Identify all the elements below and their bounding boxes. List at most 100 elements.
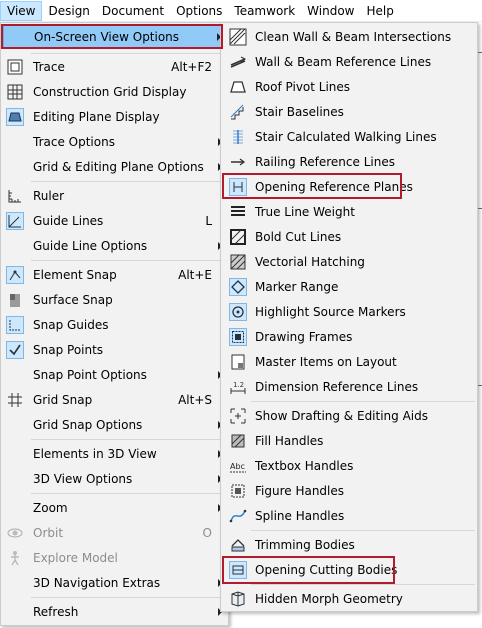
menu-document[interactable]: Document (96, 1, 170, 21)
menu-teamwork[interactable]: Teamwork (228, 1, 301, 21)
menu-item-elements-in-3d-view[interactable]: Elements in 3D View (3, 442, 226, 466)
separator (31, 493, 226, 494)
drafting-aids-icon (227, 405, 249, 427)
figure-handles-icon (227, 480, 249, 502)
separator (251, 530, 475, 531)
menu-item-refresh[interactable]: Refresh (3, 600, 226, 624)
submenu-item-label: Stair Baselines (255, 105, 344, 119)
submenu-item-textbox-handles[interactable]: Abc Textbox Handles (223, 454, 475, 478)
submenu-item-opening-planes[interactable]: Opening Reference Planes (223, 175, 475, 199)
railing-lines-icon (227, 151, 249, 173)
menu-item-trace[interactable]: Trace Alt+F2 (3, 55, 226, 79)
menu-item-label: 3D Navigation Extras (33, 576, 161, 590)
menu-item-guide-line-options[interactable]: Guide Line Options (3, 234, 226, 258)
submenu-item-label: Roof Pivot Lines (255, 80, 351, 94)
shortcut-label: Alt+F2 (171, 60, 212, 74)
submenu-item-spline-handles[interactable]: Spline Handles (223, 504, 475, 528)
source-markers-icon (227, 301, 249, 323)
menu-item-trace-options[interactable]: Trace Options (3, 130, 226, 154)
element-snap-icon (4, 264, 26, 286)
clean-intersections-icon (227, 26, 249, 48)
submenu-item-bold-cut[interactable]: Bold Cut Lines (223, 225, 475, 249)
submenu-item-master-items[interactable]: Master Items on Layout (223, 350, 475, 374)
submenu-item-line-weight[interactable]: True Line Weight (223, 200, 475, 224)
menu-item-snap-guides[interactable]: Snap Guides (3, 313, 226, 337)
bold-cut-icon (227, 226, 249, 248)
menu-item-label: Construction Grid Display (33, 85, 187, 99)
background-cue (478, 208, 482, 209)
menu-help[interactable]: Help (361, 1, 400, 21)
submenu-item-cutting-bodies[interactable]: Opening Cutting Bodies (223, 558, 475, 582)
submenu-item-walking-lines[interactable]: Stair Calculated Walking Lines (223, 125, 475, 149)
menu-item-surface-snap[interactable]: Surface Snap (3, 288, 226, 312)
menu-design[interactable]: Design (42, 1, 95, 21)
separator (251, 401, 475, 402)
menu-item-orbit: Orbit O (3, 521, 226, 545)
submenu-item-fill-handles[interactable]: Fill Handles (223, 429, 475, 453)
submenu-item-label: Bold Cut Lines (255, 230, 342, 244)
menu-item-snap-point-options[interactable]: Snap Point Options (3, 363, 226, 387)
menu-item-grid-snap-options[interactable]: Grid Snap Options (3, 413, 226, 437)
menu-item-ruler[interactable]: Ruler (3, 184, 226, 208)
menu-item-label: Explore Model (33, 551, 118, 565)
submenu-item-railing-lines[interactable]: Railing Reference Lines (223, 150, 475, 174)
drawing-frames-icon (227, 326, 249, 348)
submenu-item-clean-intersections[interactable]: Clean Wall & Beam Intersections (223, 25, 475, 49)
submenu-item-hatching[interactable]: Vectorial Hatching (223, 250, 475, 274)
svg-text:Abc: Abc (230, 462, 245, 471)
background-cue (478, 385, 482, 386)
submenu-item-stair-baselines[interactable]: Stair Baselines (223, 100, 475, 124)
snap-guides-icon (4, 314, 26, 336)
view-menu: On-Screen View Options Trace Alt+F2 Cons… (0, 22, 229, 626)
menu-item-editing-plane-display[interactable]: Editing Plane Display (3, 105, 226, 129)
menu-item-explore-model: Explore Model (3, 546, 226, 570)
background-cue (478, 52, 482, 53)
menu-item-element-snap[interactable]: Element Snap Alt+E (3, 263, 226, 287)
submenu-item-label: Dimension Reference Lines (255, 380, 419, 394)
separator (31, 439, 226, 440)
submenu-item-drawing-frames[interactable]: Drawing Frames (223, 325, 475, 349)
master-items-icon (227, 351, 249, 373)
submenu-item-figure-handles[interactable]: Figure Handles (223, 479, 475, 503)
ruler-icon (4, 185, 26, 207)
submenu-item-reference-lines[interactable]: Wall & Beam Reference Lines (223, 50, 475, 74)
submenu-item-label: Fill Handles (255, 434, 324, 448)
trimming-bodies-icon (227, 534, 249, 556)
submenu-item-marker-range[interactable]: Marker Range (223, 275, 475, 299)
separator (31, 597, 226, 598)
menu-item-construction-grid-display[interactable]: Construction Grid Display (3, 80, 226, 104)
menu-item-label: Trace Options (33, 135, 115, 149)
menu-bar: View Design Document Options Teamwork Wi… (0, 0, 482, 22)
menu-item-on-screen-view-options[interactable]: On-Screen View Options (3, 25, 226, 49)
menu-item-zoom[interactable]: Zoom (3, 496, 226, 520)
submenu-item-drafting-aids[interactable]: Show Drafting & Editing Aids (223, 404, 475, 428)
menu-item-guide-lines[interactable]: Guide Lines L (3, 209, 226, 233)
menu-item-grid-snap[interactable]: Grid Snap Alt+S (3, 388, 226, 412)
roof-pivot-icon (227, 76, 249, 98)
submenu-item-trimming-bodies[interactable]: Trimming Bodies (223, 533, 475, 557)
menu-view[interactable]: View (0, 0, 43, 21)
submenu-item-label: Highlight Source Markers (255, 305, 406, 319)
shortcut-label: L (205, 214, 212, 228)
menu-item-label: Grid Snap Options (33, 418, 143, 432)
menu-item-grid-editing-plane-options[interactable]: Grid & Editing Plane Options (3, 155, 226, 179)
submenu-item-label: Figure Handles (255, 484, 345, 498)
submenu-item-morph-geometry[interactable]: Hidden Morph Geometry (223, 587, 475, 611)
submenu-item-label: Vectorial Hatching (255, 255, 365, 269)
submenu-item-source-markers[interactable]: Highlight Source Markers (223, 300, 475, 324)
line-weight-icon (227, 201, 249, 223)
menu-item-label: Surface Snap (33, 293, 113, 307)
menu-window[interactable]: Window (301, 1, 360, 21)
menu-item-label: Trace (33, 60, 65, 74)
menu-item-3d-view-options[interactable]: 3D View Options (3, 467, 226, 491)
submenu-item-dimension-lines[interactable]: 1.2 Dimension Reference Lines (223, 375, 475, 399)
menu-options[interactable]: Options (170, 1, 228, 21)
fill-handles-icon (227, 430, 249, 452)
submenu-item-roof-pivot[interactable]: Roof Pivot Lines (223, 75, 475, 99)
menu-item-label: Snap Points (33, 343, 104, 357)
menu-item-snap-points[interactable]: Snap Points (3, 338, 226, 362)
snap-points-icon (4, 339, 26, 361)
shortcut-label: Alt+S (178, 393, 212, 407)
menu-item-label: Editing Plane Display (33, 110, 160, 124)
menu-item-3d-navigation-extras[interactable]: 3D Navigation Extras (3, 571, 226, 595)
